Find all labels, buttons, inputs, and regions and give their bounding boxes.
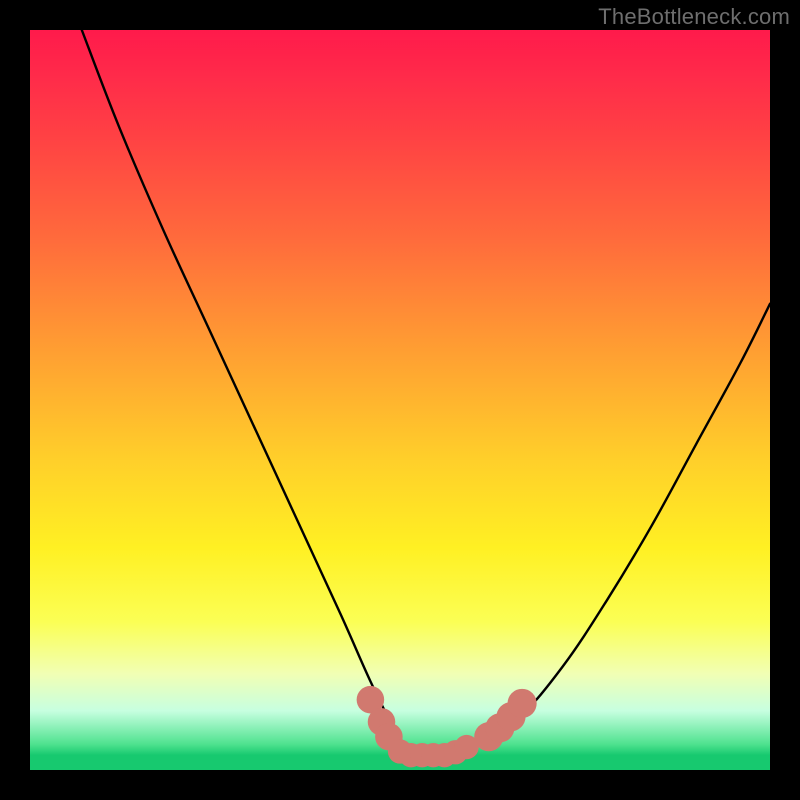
marker-dot	[508, 689, 537, 718]
plot-area	[30, 30, 770, 770]
chart-frame: TheBottleneck.com	[0, 0, 800, 800]
marker-group	[357, 686, 537, 767]
chart-svg	[30, 30, 770, 770]
watermark-text: TheBottleneck.com	[598, 4, 790, 30]
curve-path	[82, 30, 770, 756]
